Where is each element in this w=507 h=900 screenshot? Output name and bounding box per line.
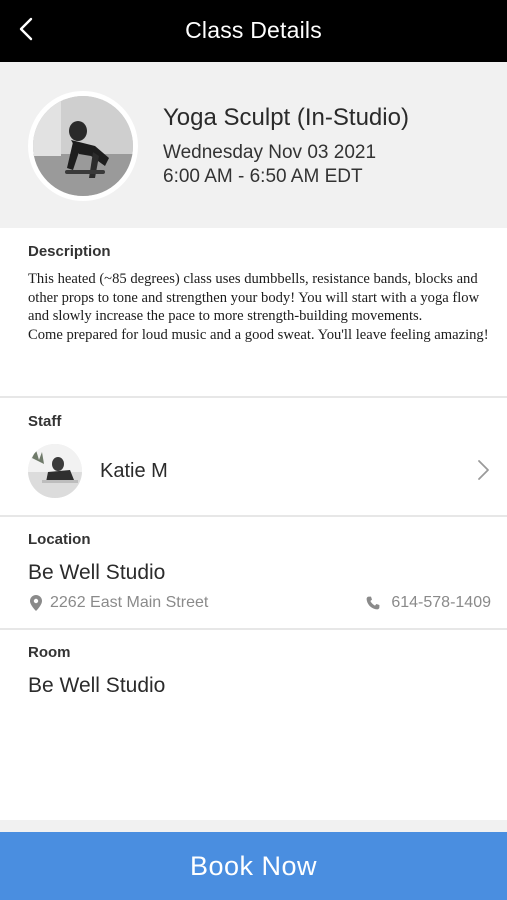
staff-label: Staff (28, 413, 62, 430)
location-name: Be Well Studio (28, 561, 166, 584)
staff-name: Katie M (100, 460, 168, 482)
staff-avatar (28, 444, 82, 498)
class-title: Yoga Sculpt (In-Studio) (163, 104, 409, 131)
address-link[interactable]: 2262 East Main Street (30, 594, 208, 612)
location-label: Location (28, 531, 91, 548)
description-paragraph: Come prepared for loud music and a good … (28, 327, 489, 344)
page-title: Class Details (185, 17, 322, 43)
description-paragraph: This heated (~85 degrees) class uses dum… (28, 271, 480, 325)
description-label: Description (28, 243, 111, 260)
class-summary: Yoga Sculpt (In-Studio) Wednesday Nov 03… (0, 62, 507, 228)
address-text: 2262 East Main Street (50, 594, 209, 611)
class-time: 6:00 AM - 6:50 AM EDT (163, 166, 363, 187)
divider (0, 396, 507, 398)
staff-row[interactable]: Katie M (0, 436, 507, 506)
description-text: This heated (~85 degrees) class uses dum… (28, 270, 490, 345)
class-date: Wednesday Nov 03 2021 (163, 142, 377, 163)
map-pin-icon (30, 595, 42, 611)
phone-icon (366, 596, 380, 610)
book-now-button[interactable]: Book Now (0, 832, 507, 900)
class-photo-image (33, 96, 133, 196)
bottom-spacer (0, 820, 507, 832)
phone-text: 614-578-1409 (391, 594, 491, 611)
divider (0, 628, 507, 630)
phone-link[interactable]: 614-578-1409 (366, 594, 491, 612)
class-photo (28, 91, 138, 201)
divider (0, 515, 507, 517)
chevron-right-icon (478, 460, 489, 480)
room-name: Be Well Studio (28, 674, 166, 697)
staff-photo-image (28, 444, 82, 498)
room-label: Room (28, 644, 71, 661)
app-header: Class Details (0, 0, 507, 62)
